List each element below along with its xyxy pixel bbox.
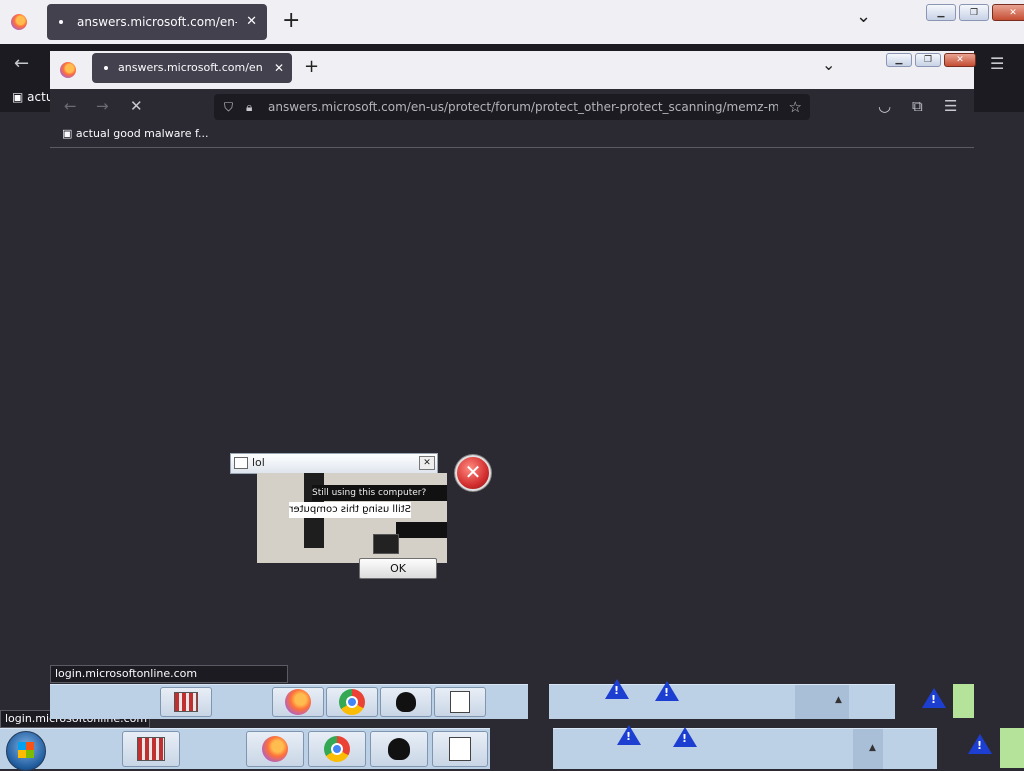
close-tab-icon[interactable]: ✕ (274, 53, 284, 83)
firefox-icon (262, 736, 288, 762)
glitch-block (396, 522, 447, 538)
pocket-icon[interactable]: ◡ (878, 96, 891, 116)
firefox-icon (285, 689, 311, 715)
taskbar-file-manager-button[interactable] (122, 731, 180, 767)
list-tabs-button[interactable]: ⌄ (856, 6, 871, 27)
notepad-icon (450, 691, 470, 713)
paint-icon (388, 738, 410, 760)
forward-icon[interactable]: → (96, 96, 109, 116)
outer-tab[interactable]: answers.microsoft.com/en-us/ ✕ (47, 4, 267, 40)
ok-button[interactable]: OK (359, 558, 437, 579)
new-tab-button[interactable]: + (304, 56, 319, 77)
status-tooltip-upper: login.microsoftonline.com (50, 665, 288, 683)
taskbar-firefox-button[interactable] (246, 731, 304, 767)
chevron-up-icon[interactable]: ▲ (869, 743, 876, 753)
tab-dot-icon (104, 66, 108, 70)
taskbar-notepad-button[interactable] (434, 687, 486, 717)
close-window-button[interactable]: ✕ (944, 53, 976, 67)
bookmark-item[interactable]: ▣ actual good malware f... (62, 127, 209, 140)
dialog-close-button[interactable]: ✕ (419, 456, 435, 470)
outer-tab-title: answers.microsoft.com/en-us/ (77, 15, 237, 29)
maximize-button[interactable]: ❐ (915, 53, 941, 67)
bookmark-icon: ▣ (62, 127, 76, 140)
taskbar-firefox-button[interactable] (272, 687, 324, 717)
taskbar-paint-button[interactable] (370, 731, 428, 767)
bookmark-star-icon[interactable]: ☆ (789, 94, 802, 120)
minimize-button[interactable]: ▁ (926, 4, 956, 21)
upper-taskbar (50, 684, 528, 719)
inner-tab[interactable]: answers.microsoft.com/en-us/ ✕ (92, 53, 292, 83)
close-tab-icon[interactable]: ✕ (246, 4, 257, 40)
outer-menu-icon[interactable]: ☰ (990, 54, 1004, 74)
new-tab-button[interactable]: + (282, 8, 300, 33)
file-manager-icon (137, 737, 165, 761)
glitch-block (373, 534, 399, 554)
file-manager-icon (174, 692, 198, 712)
start-button[interactable] (6, 731, 46, 771)
bookmark-icon: ▣ (12, 90, 28, 104)
taskbar (0, 728, 490, 771)
warning-icon: ! (673, 727, 697, 747)
outer-tab-bar: answers.microsoft.com/en-us/ ✕ + ⌄ ▁ ❐ ✕ (0, 0, 1024, 44)
taskbar-file-manager-button[interactable] (160, 687, 212, 717)
upper-taskbar-tray: ! ! ▲ (549, 679, 895, 719)
error-icon: ✕ (455, 455, 491, 491)
tab-dot-icon (59, 20, 63, 24)
stop-icon[interactable]: ✕ (130, 96, 143, 116)
windows-logo-icon (18, 742, 34, 758)
warning-icon: ! (655, 681, 679, 701)
dialog-message-mirrored: Still using this computer? (289, 502, 411, 518)
warning-icon: ! (617, 725, 641, 745)
window-icon (234, 457, 248, 469)
warning-icon: ! (605, 679, 629, 699)
warning-icon: ! (968, 734, 992, 754)
shield-icon[interactable]: ⛉ (224, 94, 233, 120)
outer-bookmark[interactable]: ▣ actu (12, 90, 53, 104)
taskbar-chrome-button[interactable] (326, 687, 378, 717)
back-icon[interactable]: ← (14, 54, 29, 74)
window-controls: ▁ ❐ ✕ (926, 4, 1024, 21)
dialog-title-bar: lol ✕ (230, 453, 438, 474)
menu-icon[interactable]: ☰ (944, 96, 957, 116)
tray-overflow-area[interactable]: ▲ (853, 729, 883, 769)
firefox-icon (60, 62, 76, 78)
dialog-message-glitch: Still using this computer? (312, 485, 447, 501)
taskbar-notepad-button[interactable] (432, 731, 488, 767)
taskbar-tray: ! ! ▲ (553, 725, 937, 769)
url-text: answers.microsoft.com/en-us/protect/foru… (268, 100, 778, 114)
inner-tab-bar: answers.microsoft.com/en-us/ ✕ + ⌄ ▁ ❐ ✕ (50, 51, 976, 89)
back-icon[interactable]: ← (64, 96, 77, 116)
firefox-icon (11, 14, 27, 30)
tray-overflow-area[interactable]: ▲ (795, 685, 849, 719)
extensions-icon[interactable]: ⧉ (912, 96, 923, 116)
taskbar-paint-button[interactable] (380, 687, 432, 717)
lock-icon[interactable]: 🔒︎ (246, 94, 252, 120)
url-bar[interactable]: ⛉ 🔒︎ answers.microsoft.com/en-us/protect… (214, 94, 810, 120)
inner-nav-bar: ← → ✕ ⛉ 🔒︎ answers.microsoft.com/en-us/p… (50, 89, 974, 148)
close-window-button[interactable]: ✕ (992, 4, 1024, 21)
show-desktop-button[interactable] (953, 684, 974, 718)
chrome-icon (324, 736, 350, 762)
minimize-button[interactable]: ▁ (886, 53, 912, 67)
warning-icon: ! (922, 688, 946, 708)
dialog-title: lol (252, 456, 265, 469)
taskbar-chrome-button[interactable] (308, 731, 366, 767)
inner-tab-title: answers.microsoft.com/en-us/ (118, 61, 263, 74)
show-desktop-button[interactable] (1000, 728, 1024, 768)
chevron-up-icon[interactable]: ▲ (835, 695, 842, 705)
paint-icon (396, 692, 416, 712)
window-controls: ▁ ❐ ✕ (886, 53, 976, 67)
notepad-icon (449, 737, 471, 761)
chrome-icon (339, 689, 365, 715)
list-tabs-button[interactable]: ⌄ (822, 55, 835, 74)
maximize-button[interactable]: ❐ (959, 4, 989, 21)
